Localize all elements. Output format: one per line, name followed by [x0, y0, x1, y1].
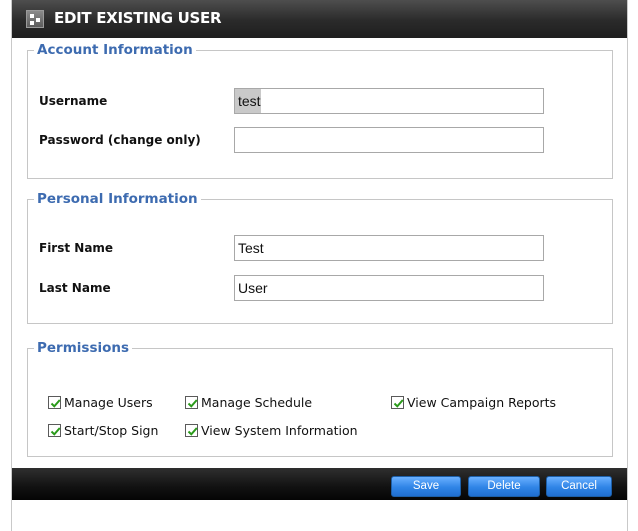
- view-campaign-reports-checkbox[interactable]: [391, 396, 404, 409]
- permissions-legend: Permissions: [37, 340, 130, 356]
- permission-view-campaign-reports[interactable]: View Campaign Reports: [391, 395, 556, 410]
- account-information-legend: Account Information: [37, 42, 193, 58]
- permission-start-stop-sign[interactable]: Start/Stop Sign: [48, 423, 158, 438]
- dialog-title: EDIT EXISTING USER: [54, 9, 222, 27]
- start-stop-sign-label: Start/Stop Sign: [64, 423, 159, 438]
- username-label: Username: [39, 94, 108, 108]
- checkmark-icon: [393, 399, 404, 408]
- personal-information-legend: Personal Information: [37, 191, 198, 207]
- manage-users-checkbox[interactable]: [48, 396, 61, 409]
- permission-manage-schedule[interactable]: Manage Schedule: [185, 395, 312, 410]
- manage-users-label: Manage Users: [64, 395, 153, 410]
- checkmark-icon: [187, 399, 198, 408]
- last-name-label: Last Name: [39, 281, 111, 295]
- view-campaign-reports-label: View Campaign Reports: [407, 395, 557, 410]
- password-label: Password (change only): [39, 133, 201, 147]
- checkmark-icon: [187, 427, 198, 436]
- checkmark-icon: [50, 399, 61, 408]
- permission-view-system-information[interactable]: View System Information: [185, 423, 358, 438]
- dialog-footer: Save Delete Cancel: [12, 468, 627, 500]
- permission-manage-users[interactable]: Manage Users: [48, 395, 153, 410]
- first-name-label: First Name: [39, 241, 114, 255]
- start-stop-sign-checkbox[interactable]: [48, 424, 61, 437]
- user-group-icon: [26, 10, 44, 28]
- edit-user-dialog: EDIT EXISTING USER Account Information U…: [11, 0, 628, 531]
- password-input[interactable]: [234, 127, 544, 153]
- manage-schedule-checkbox[interactable]: [185, 396, 198, 409]
- cancel-button[interactable]: Cancel: [546, 476, 612, 497]
- dialog-titlebar: EDIT EXISTING USER: [12, 0, 627, 38]
- save-button[interactable]: Save: [391, 476, 461, 497]
- checkmark-icon: [50, 427, 61, 436]
- view-system-information-checkbox[interactable]: [185, 424, 198, 437]
- username-input[interactable]: [234, 88, 544, 114]
- delete-button[interactable]: Delete: [468, 476, 540, 497]
- first-name-input[interactable]: [234, 235, 544, 261]
- view-system-information-label: View System Information: [201, 423, 358, 438]
- manage-schedule-label: Manage Schedule: [201, 395, 313, 410]
- last-name-input[interactable]: [234, 275, 544, 301]
